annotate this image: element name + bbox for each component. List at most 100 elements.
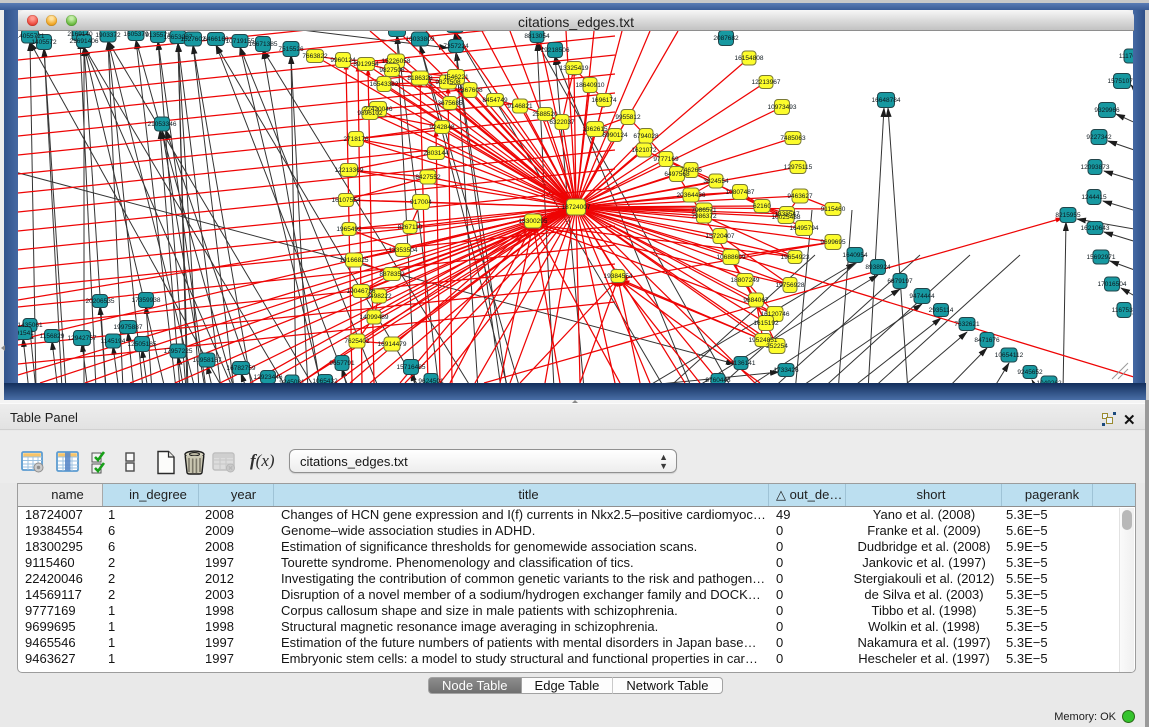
svg-text:6879197: 6879197 — [887, 278, 913, 285]
svg-text:15720407: 15720407 — [706, 233, 735, 240]
svg-text:18807249: 18807249 — [731, 277, 760, 284]
svg-text:12093873: 12093873 — [1081, 164, 1110, 171]
svg-text:17957225: 17957225 — [164, 348, 193, 355]
svg-text:12975115: 12975115 — [784, 164, 813, 171]
svg-text:1117035: 1117035 — [1119, 53, 1134, 60]
svg-text:7485063: 7485063 — [780, 135, 806, 142]
svg-text:16648784: 16648784 — [872, 97, 901, 104]
svg-text:16543382: 16543382 — [370, 81, 399, 88]
svg-text:10958187: 10958187 — [193, 357, 222, 364]
svg-text:13353504: 13353504 — [389, 247, 418, 254]
svg-text:9777169: 9777169 — [653, 156, 679, 163]
svg-text:10807487: 10807487 — [726, 189, 755, 196]
svg-text:1696174: 1696174 — [591, 97, 617, 104]
svg-text:7625402: 7625402 — [344, 338, 370, 345]
svg-text:746266: 746266 — [680, 167, 702, 174]
svg-text:8215955: 8215955 — [1055, 212, 1081, 219]
svg-text:17359938: 17359938 — [132, 297, 161, 304]
svg-text:1527602: 1527602 — [180, 36, 206, 43]
svg-text:16782759: 16782759 — [227, 365, 256, 372]
svg-text:391541: 391541 — [18, 330, 34, 337]
svg-text:7663822: 7663822 — [302, 53, 328, 60]
svg-text:14099489: 14099489 — [360, 314, 389, 321]
svg-text:1156829: 1156829 — [40, 333, 65, 340]
svg-text:9463627: 9463627 — [787, 193, 813, 200]
svg-text:7986372: 7986372 — [691, 213, 717, 220]
svg-text:9699695: 9699695 — [820, 239, 846, 246]
svg-text:2087682: 2087682 — [713, 35, 739, 42]
svg-text:15751074: 15751074 — [1108, 78, 1134, 85]
svg-text:1405572: 1405572 — [31, 39, 57, 46]
svg-text:16033809: 16033809 — [406, 36, 435, 43]
svg-text:20364436: 20364436 — [677, 192, 706, 199]
svg-text:2367608: 2367608 — [457, 87, 483, 94]
svg-text:21691406: 21691406 — [70, 38, 99, 45]
svg-text:1003779: 1003779 — [384, 31, 410, 33]
svg-text:8186328: 8186328 — [407, 75, 433, 82]
svg-text:16120746: 16120746 — [761, 311, 790, 318]
svg-text:17016504: 17016504 — [1098, 281, 1127, 288]
svg-text:18640910: 18640910 — [576, 82, 605, 89]
svg-text:9242848: 9242848 — [429, 124, 455, 131]
svg-text:19975887: 19975887 — [114, 324, 143, 331]
svg-text:1244415: 1244415 — [1081, 194, 1107, 201]
svg-text:252254: 252254 — [766, 343, 788, 350]
svg-text:12213369: 12213369 — [335, 167, 364, 174]
svg-text:10654112: 10654112 — [995, 352, 1024, 359]
svg-text:62160: 62160 — [753, 203, 771, 210]
svg-text:16210643: 16210643 — [1081, 225, 1110, 232]
svg-text:1733426: 1733426 — [773, 367, 799, 374]
svg-text:917004: 917004 — [410, 199, 432, 206]
svg-text:7515526: 7515526 — [278, 46, 304, 53]
svg-text:6794028: 6794028 — [633, 133, 659, 140]
svg-text:8990124: 8990124 — [602, 132, 628, 139]
svg-text:9896102: 9896102 — [357, 110, 383, 117]
svg-text:19166825: 19166825 — [340, 257, 369, 264]
svg-text:9115460: 9115460 — [821, 206, 846, 213]
svg-text:18724007: 18724007 — [562, 204, 591, 211]
svg-text:18300295: 18300295 — [519, 218, 548, 225]
svg-text:12213967: 12213967 — [752, 79, 781, 86]
svg-text:1903372: 1903372 — [95, 32, 121, 39]
svg-text:2718176: 2718176 — [343, 136, 369, 143]
svg-text:12942757: 12942757 — [68, 335, 97, 342]
svg-text:6322037: 6322037 — [549, 119, 575, 126]
svg-text:15226058: 15226058 — [382, 58, 411, 65]
svg-text:1167533: 1167533 — [1112, 307, 1134, 314]
svg-text:12505185: 12505185 — [128, 341, 157, 348]
svg-text:3675685: 3675685 — [437, 100, 463, 107]
svg-text:1965492: 1965492 — [336, 226, 362, 233]
svg-text:21053346: 21053346 — [148, 121, 177, 128]
svg-text:9146821: 9146821 — [507, 103, 533, 110]
svg-text:16107554: 16107554 — [332, 197, 361, 204]
svg-text:16154808: 16154808 — [735, 55, 764, 62]
svg-text:8813054: 8813054 — [524, 33, 550, 40]
svg-text:9960124: 9960124 — [330, 57, 356, 64]
svg-text:8427552: 8427552 — [415, 174, 441, 181]
svg-text:19654923: 19654923 — [781, 254, 810, 261]
svg-text:16671385: 16671385 — [249, 41, 278, 48]
svg-text:15716485: 15716485 — [397, 364, 426, 371]
svg-text:19384554: 19384554 — [604, 273, 633, 280]
svg-text:10973493: 10973493 — [768, 104, 797, 111]
svg-text:8267110: 8267110 — [398, 224, 423, 231]
svg-text:10025488: 10025488 — [772, 214, 801, 221]
svg-text:9657791: 9657791 — [329, 360, 355, 367]
svg-text:8938924: 8938924 — [865, 264, 891, 271]
svg-text:9884067: 9884067 — [743, 297, 769, 304]
svg-text:1640954: 1640954 — [842, 252, 868, 259]
svg-text:8878352: 8878352 — [379, 271, 405, 278]
svg-text:16914479: 16914479 — [378, 341, 407, 348]
svg-text:19218506: 19218506 — [541, 47, 570, 54]
svg-text:7632621: 7632621 — [954, 321, 980, 328]
svg-text:9245652: 9245652 — [1017, 369, 1043, 376]
svg-text:1615192: 1615192 — [753, 320, 779, 327]
svg-text:9955812: 9955812 — [615, 114, 641, 121]
svg-text:7357224: 7357224 — [443, 43, 469, 50]
svg-text:10688609: 10688609 — [717, 254, 746, 261]
svg-text:19756928: 19756928 — [776, 282, 805, 289]
svg-text:1621072: 1621072 — [631, 147, 657, 154]
svg-text:13325419: 13325419 — [560, 65, 589, 72]
svg-text:1145194: 1145194 — [101, 338, 126, 345]
svg-text:8454749: 8454749 — [482, 97, 508, 104]
